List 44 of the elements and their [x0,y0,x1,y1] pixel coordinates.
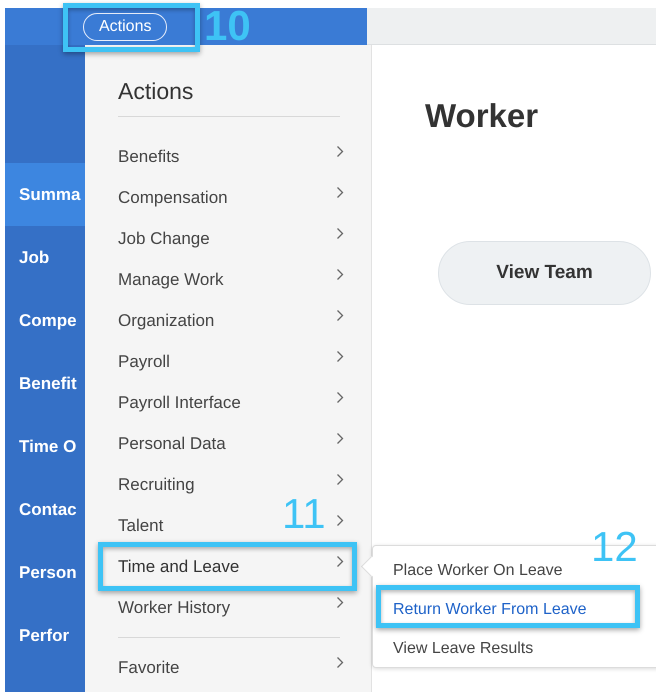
chevron-right-icon [336,350,344,363]
menu-item[interactable]: Time and Leave [118,556,240,576]
chevron-right-icon [336,656,344,669]
view-team-button[interactable]: View Team [438,241,651,305]
menu-item[interactable]: Personal Data [118,434,226,454]
chevron-right-icon [336,473,344,486]
chevron-right-icon [336,145,344,158]
menu-item[interactable]: Worker History [118,598,230,618]
callout-number: 12 [591,526,638,568]
chevron-right-icon [336,514,344,527]
submenu-item[interactable]: View Leave Results [393,640,534,658]
menu-item[interactable]: Organization [118,310,214,330]
sidebar-item[interactable]: Time O [5,415,85,478]
chevron-right-icon [336,186,344,199]
menu-item[interactable]: Manage Work [118,270,224,290]
page-title: Worker [425,96,538,136]
sidebar-item[interactable]: Job [5,226,85,289]
chevron-right-icon [336,268,344,281]
menu-title: Actions [118,77,194,106]
chevron-right-icon [336,391,344,404]
menu-item[interactable]: Payroll Interface [118,392,241,412]
menu-item[interactable]: Job Change [118,228,210,248]
sidebar-item[interactable]: Contac [5,478,85,541]
submenu-item[interactable]: Return Worker From Leave [393,600,587,618]
submenu-item[interactable]: Place Worker On Leave [393,562,563,580]
chevron-right-icon [336,309,344,322]
sidebar-item[interactable]: Person [5,541,85,604]
chevron-right-icon [336,596,344,609]
actions-button[interactable]: Actions [83,12,168,40]
menu-item[interactable]: Favorite [118,658,180,678]
menu-item[interactable]: Talent [118,516,164,536]
chevron-right-icon [336,555,344,568]
callout-number: 10 [204,5,251,47]
menu-item[interactable]: Compensation [118,188,228,208]
menu-item[interactable]: Recruiting [118,474,195,494]
menu-item[interactable]: Benefits [118,146,180,166]
sidebar-item[interactable]: Perfor [5,604,85,667]
sidebar-item[interactable]: Benefit [5,352,85,415]
sidebar-item[interactable]: Summa [5,163,85,226]
sidebar-item[interactable]: Compe [5,289,85,352]
chevron-right-icon [336,227,344,240]
menu-item[interactable]: Payroll [118,352,170,372]
callout-number: 11 [282,493,326,535]
chevron-right-icon [336,432,344,445]
